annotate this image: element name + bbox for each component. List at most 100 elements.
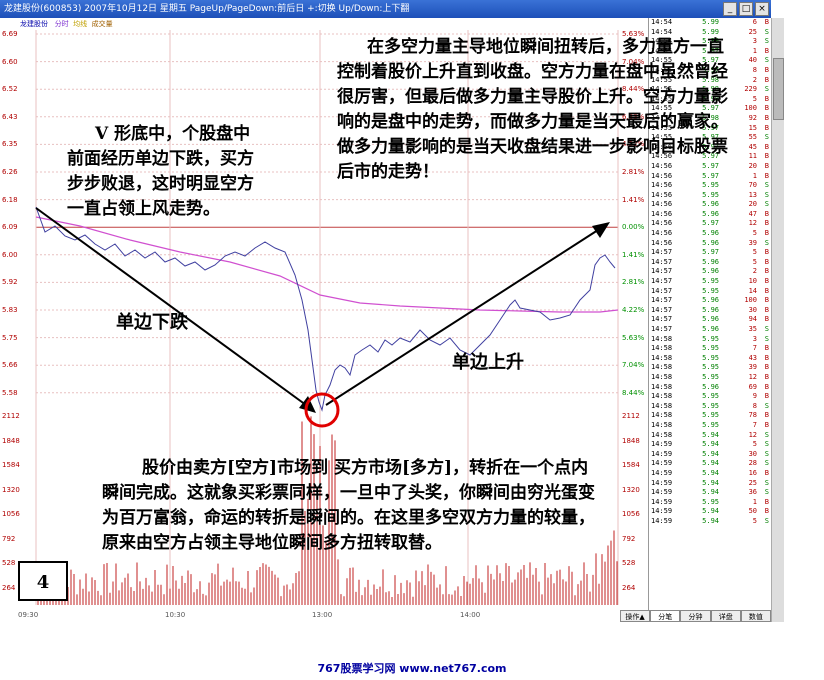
tick-row: 14:58 5.95 8 S bbox=[649, 402, 772, 412]
tick-volume: 50 bbox=[748, 507, 757, 516]
tick-price: 5.94 bbox=[702, 440, 719, 449]
caption-left: V 形底中，个股盘中前面经历单边下跌，买方步步败退，这时明显空方一直占领上风走势… bbox=[67, 124, 254, 219]
down-trend-arrow bbox=[35, 207, 307, 406]
tick-time: 14:56 bbox=[651, 200, 673, 209]
tick-row: 14:59 5.94 36 S bbox=[649, 488, 772, 498]
tick-row: 14:56 5.96 47 B bbox=[649, 210, 772, 220]
pct-axis-label: 1.41% bbox=[622, 250, 645, 259]
tab-minute[interactable]: 分钟 bbox=[680, 610, 711, 622]
tick-price: 5.95 bbox=[702, 372, 719, 381]
scrollbar-thumb[interactable] bbox=[773, 58, 784, 120]
tick-row: 14:58 5.96 69 B bbox=[649, 383, 772, 393]
tick-row: 14:59 5.94 25 S bbox=[649, 479, 772, 489]
volume-axis-label-right: 1848 bbox=[622, 436, 640, 445]
tick-volume: 12 bbox=[748, 430, 757, 439]
tick-volume: 5 bbox=[752, 229, 757, 238]
tick-time: 14:59 bbox=[651, 507, 673, 516]
tick-volume: 3 bbox=[752, 334, 757, 343]
tab-values[interactable]: 数值 bbox=[740, 610, 772, 622]
tick-volume: 12 bbox=[748, 219, 757, 228]
tick-volume: 39 bbox=[748, 363, 757, 372]
tick-price: 5.95 bbox=[702, 497, 719, 506]
tick-time: 14:58 bbox=[651, 372, 673, 381]
tick-time: 14:57 bbox=[651, 325, 673, 333]
tick-row: 14:57 5.96 100 B bbox=[649, 296, 772, 306]
tick-volume: 20 bbox=[748, 200, 757, 209]
tick-price: 5.95 bbox=[702, 334, 719, 343]
tick-time: 14:56 bbox=[651, 238, 673, 247]
volume-axis-label: 1320 bbox=[2, 485, 20, 494]
tick-side: B bbox=[764, 18, 769, 26]
minimize-button[interactable]: _ bbox=[723, 2, 737, 16]
tick-volume: 10 bbox=[748, 277, 757, 286]
tick-price: 5.95 bbox=[702, 286, 719, 295]
tick-price: 5.96 bbox=[702, 296, 719, 305]
footer-watermark: 767股票学习网 www.net767.com bbox=[317, 662, 507, 675]
price-axis-label: 6.60 bbox=[2, 57, 18, 66]
window-controls: _ □ × bbox=[721, 0, 771, 18]
pct-axis-label: 5.63% bbox=[622, 333, 645, 342]
tick-row: 14:57 5.96 94 B bbox=[649, 315, 772, 325]
tick-price: 5.96 bbox=[702, 200, 719, 209]
tick-volume: 36 bbox=[748, 488, 757, 497]
tick-time: 14:59 bbox=[651, 459, 673, 468]
pct-axis-label: 4.22% bbox=[622, 306, 645, 314]
tick-price: 5.94 bbox=[702, 449, 719, 458]
tick-row: 14:58 5.95 3 S bbox=[649, 335, 772, 345]
tick-volume: 2 bbox=[752, 267, 757, 276]
tick-side: B bbox=[764, 94, 769, 103]
caption-bottom: 股价由卖方[空方]市场到 买方市场[多方]，转折在一个点内瞬间完成。这就象买彩票… bbox=[102, 458, 595, 553]
tick-volume: 47 bbox=[748, 209, 757, 218]
close-button[interactable]: × bbox=[755, 2, 769, 16]
tick-price: 5.95 bbox=[702, 411, 719, 420]
tick-time: 14:56 bbox=[651, 219, 673, 228]
tick-price: 5.94 bbox=[702, 507, 719, 516]
tab-operate[interactable]: 操作▲ bbox=[620, 610, 651, 622]
tick-side: S bbox=[764, 440, 769, 449]
tick-row: 14:59 5.94 50 B bbox=[649, 507, 772, 517]
tick-side: B bbox=[764, 392, 769, 401]
tick-time: 14:58 bbox=[651, 392, 673, 401]
tick-time: 14:57 bbox=[651, 277, 673, 286]
up-arrow-head bbox=[592, 222, 610, 238]
tick-time: 14:57 bbox=[651, 267, 673, 276]
tick-row: 14:57 5.96 5 B bbox=[649, 258, 772, 268]
tick-volume: 28 bbox=[748, 459, 757, 468]
tick-side: B bbox=[764, 363, 769, 372]
panel-scrollbar[interactable] bbox=[771, 18, 784, 622]
tick-time: 14:56 bbox=[651, 190, 673, 199]
tick-time: 14:58 bbox=[651, 420, 673, 429]
tick-side: B bbox=[764, 75, 769, 84]
tick-volume: 35 bbox=[748, 325, 757, 333]
volume-axis-label-right: 1584 bbox=[622, 461, 640, 469]
tick-row: 14:58 5.95 78 B bbox=[649, 411, 772, 421]
tick-side: S bbox=[764, 27, 769, 36]
pct-axis-label: 2.81% bbox=[622, 278, 645, 287]
tick-time: 14:59 bbox=[651, 497, 673, 506]
tick-side: S bbox=[764, 516, 769, 525]
tick-row: 14:56 5.95 13 S bbox=[649, 191, 772, 201]
tick-volume: 13 bbox=[748, 190, 757, 199]
tick-side: B bbox=[764, 286, 769, 295]
tick-row: 14:58 5.95 9 B bbox=[649, 392, 772, 402]
tick-price: 5.99 bbox=[702, 18, 719, 26]
tab-detail[interactable]: 详盘 bbox=[710, 610, 741, 622]
tab-ticks[interactable]: 分笔 bbox=[650, 610, 681, 622]
tick-side: B bbox=[764, 46, 769, 55]
tick-side: B bbox=[764, 152, 769, 161]
tick-side: S bbox=[764, 459, 769, 468]
tick-price: 5.95 bbox=[702, 277, 719, 286]
price-axis-label: 6.00 bbox=[2, 250, 18, 259]
tick-price: 5.96 bbox=[702, 209, 719, 218]
tick-side: S bbox=[764, 478, 769, 487]
price-axis-label: 5.66 bbox=[2, 361, 18, 370]
tick-volume: 39 bbox=[748, 238, 757, 247]
tick-time: 14:58 bbox=[651, 430, 673, 439]
tick-time: 14:57 bbox=[651, 305, 673, 314]
tick-side: B bbox=[764, 229, 769, 238]
tick-time: 14:59 bbox=[651, 488, 673, 497]
tick-volume: 25 bbox=[748, 478, 757, 487]
tick-row: 14:56 5.96 20 S bbox=[649, 200, 772, 210]
volume-axis-label: 1848 bbox=[2, 436, 20, 445]
maximize-button[interactable]: □ bbox=[739, 2, 753, 16]
